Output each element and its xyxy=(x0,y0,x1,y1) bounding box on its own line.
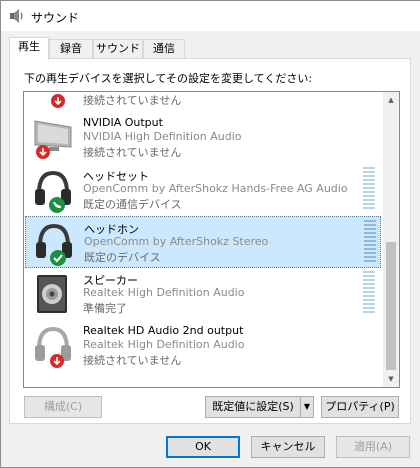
instruction-text: 下の再生デバイスを選択してその設定を変更してください: xyxy=(24,72,313,85)
playback-panel: 下の再生デバイスを選択してその設定を変更してください: 接続されていません NV… xyxy=(9,58,411,424)
volume-meter xyxy=(363,271,375,315)
ok-button[interactable]: OK xyxy=(166,436,240,458)
properties-button[interactable]: プロパティ(P) xyxy=(321,396,399,418)
cancel-button[interactable]: キャンセル xyxy=(251,436,325,458)
device-description: OpenComm by AfterShokz Hands-Free AG Aud… xyxy=(83,182,348,195)
speaker-icon xyxy=(37,275,67,313)
set-default-dropdown-arrow-icon[interactable]: ▼ xyxy=(300,396,314,418)
list-item-realtek-2nd-output[interactable]: Realtek HD Audio 2nd output Realtek High… xyxy=(25,320,381,372)
device-description: Realtek High Definition Audio xyxy=(83,286,245,299)
tab-recording[interactable]: 録音 xyxy=(49,39,93,58)
tab-communications[interactable]: 通信 xyxy=(143,39,185,58)
set-default-button[interactable]: 既定値に設定(S) xyxy=(205,396,301,418)
scroll-up-arrow-icon[interactable]: ▲ xyxy=(383,92,399,108)
device-description: Realtek High Definition Audio xyxy=(83,338,245,351)
device-status: 既定の通信デバイス xyxy=(83,198,182,211)
list-item-headphones[interactable]: ヘッドホン OpenComm by AfterShokz Stereo 既定のデ… xyxy=(25,216,381,268)
window-title: サウンド xyxy=(31,11,80,25)
device-status: 接続されていません xyxy=(83,94,182,107)
device-list[interactable]: 接続されていません NVIDIA Output NVIDIA High Defi… xyxy=(23,91,400,388)
list-item-partial-device[interactable]: 接続されていません xyxy=(25,92,381,112)
speaker-app-icon xyxy=(10,9,23,23)
device-name: Realtek HD Audio 2nd output xyxy=(83,324,244,337)
scroll-down-arrow-icon[interactable]: ▼ xyxy=(383,371,399,387)
tab-playback[interactable]: 再生 xyxy=(9,37,49,60)
headphones-icon xyxy=(36,223,72,266)
volume-meter xyxy=(363,167,375,211)
list-item-speaker[interactable]: スピーカー Realtek High Definition Audio 準備完了 xyxy=(25,268,381,320)
headphones-disconnected-icon xyxy=(35,326,71,368)
list-item-headset[interactable]: ヘッドセット OpenComm by AfterShokz Hands-Free… xyxy=(25,164,381,216)
volume-meter xyxy=(364,220,376,264)
device-status: 接続されていません xyxy=(83,354,182,367)
speaker-disconnected-icon xyxy=(51,94,65,108)
tab-sounds[interactable]: サウンド xyxy=(93,39,143,58)
apply-button[interactable]: 適用(A) xyxy=(336,436,410,458)
device-name: NVIDIA Output xyxy=(83,116,163,129)
device-status: 既定のデバイス xyxy=(84,251,161,264)
device-description: NVIDIA High Definition Audio xyxy=(83,130,242,143)
configure-button[interactable]: 構成(C) xyxy=(24,396,102,418)
sound-dialog: サウンド 再生 録音 サウンド 通信 下の再生デバイスを選択してその設定を変更し… xyxy=(0,0,420,468)
list-scrollbar[interactable]: ▲ ▼ xyxy=(383,92,399,387)
list-item-nvidia-output[interactable]: NVIDIA Output NVIDIA High Definition Aud… xyxy=(25,112,381,164)
device-status: 接続されていません xyxy=(83,146,182,159)
device-description: OpenComm by AfterShokz Stereo xyxy=(84,235,269,248)
scroll-thumb[interactable] xyxy=(386,242,396,370)
title-bar[interactable]: サウンド xyxy=(1,1,420,31)
monitor-icon xyxy=(34,120,72,159)
device-status: 準備完了 xyxy=(83,302,127,315)
headset-icon xyxy=(35,170,71,213)
